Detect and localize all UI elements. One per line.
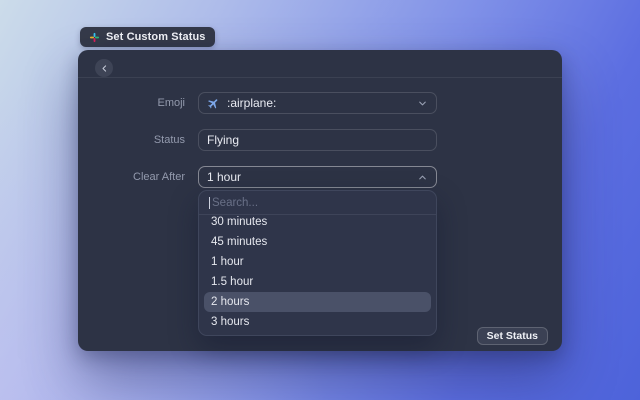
toast-set-custom-status: Set Custom Status (80, 27, 215, 47)
option-1-hour[interactable]: 1 hour (204, 252, 431, 272)
set-status-button[interactable]: Set Status (476, 327, 548, 345)
clear-after-select-value: 1 hour (207, 170, 242, 184)
status-input[interactable]: Flying (198, 129, 437, 151)
toast-label: Set Custom Status (106, 31, 206, 43)
emoji-select[interactable]: :airplane: (198, 92, 437, 114)
chevron-left-icon (102, 64, 106, 72)
airplane-emoji-icon (208, 98, 218, 108)
emoji-select-value: :airplane: (227, 96, 277, 110)
option-30-minutes[interactable]: 30 minutes (204, 215, 431, 232)
clear-after-select[interactable]: 1 hour (198, 166, 437, 188)
clear-after-dropdown: Search... 30 minutes 45 minutes 1 hour 1… (198, 190, 437, 336)
option-3-hours[interactable]: 3 hours (204, 312, 431, 332)
dropdown-search-input[interactable]: Search... (199, 191, 436, 215)
emoji-label: Emoji (157, 97, 185, 109)
search-placeholder: Search... (212, 196, 259, 209)
option-45-minutes[interactable]: 45 minutes (204, 232, 431, 252)
window-header (78, 50, 562, 78)
chevron-up-icon (417, 172, 428, 183)
back-button[interactable] (95, 59, 113, 77)
status-label: Status (153, 134, 185, 146)
dropdown-options: 30 minutes 45 minutes 1 hour 1.5 hour 2 … (199, 215, 436, 335)
chevron-down-icon (417, 98, 428, 109)
slack-icon (89, 32, 100, 42)
status-input-value: Flying (207, 133, 240, 147)
text-caret (209, 196, 210, 209)
option-2-hours[interactable]: 2 hours (204, 292, 431, 312)
set-custom-status-window: Emoji :airplane: Status Flying Clear Aft… (78, 50, 562, 351)
option-1-5-hour[interactable]: 1.5 hour (204, 272, 431, 292)
clear-after-label: Clear After (133, 171, 185, 183)
